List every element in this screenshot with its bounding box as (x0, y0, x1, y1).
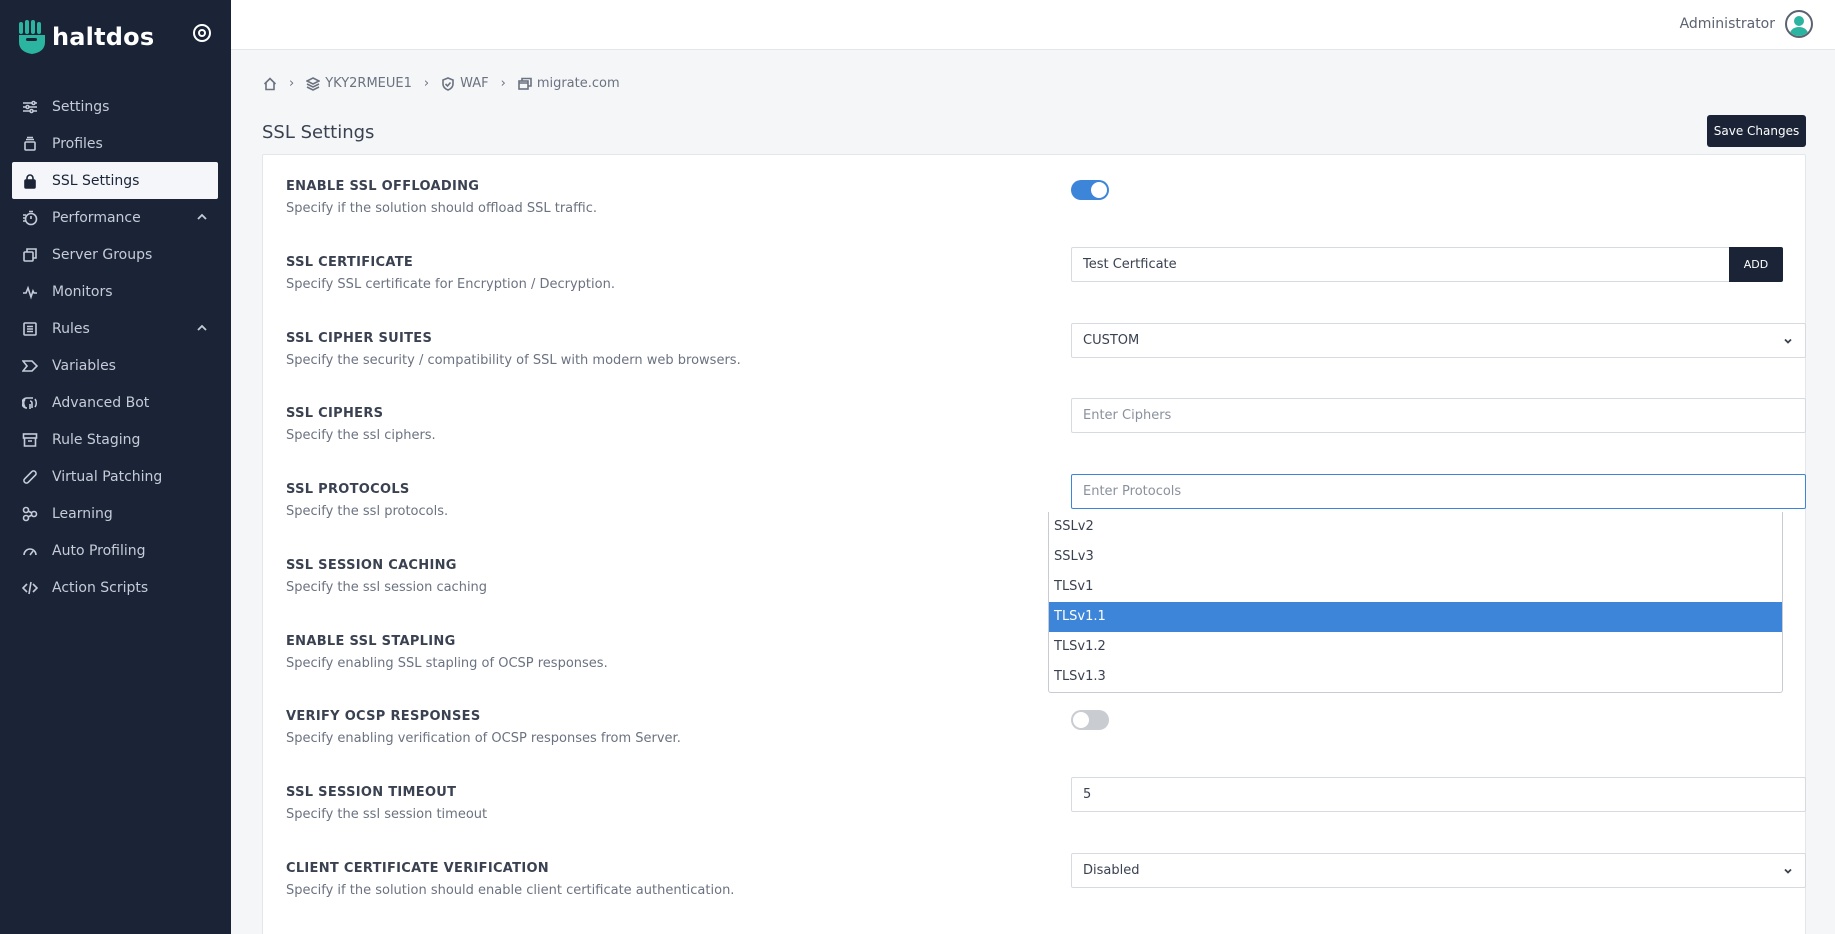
setting-cipher-suites: SSL CIPHER SUITES Specify the security /… (286, 323, 1806, 368)
sidebar-item-ssl-settings[interactable]: SSL Settings (12, 162, 218, 199)
code-icon (22, 580, 38, 596)
lock-icon (22, 173, 38, 189)
breadcrumb-separator: › (289, 76, 295, 91)
haltdos-logo-icon (18, 20, 46, 54)
sidebar-item-label: Virtual Patching (52, 468, 163, 485)
sidebar-item-label: Performance (52, 209, 141, 226)
protocol-option-tlsv1-3[interactable]: TLSv1.3 (1049, 662, 1782, 692)
toggle-knob (1073, 712, 1089, 728)
sidebar-item-label: Server Groups (52, 246, 153, 263)
breadcrumb-waf[interactable]: WAF (441, 76, 489, 91)
breadcrumb-home[interactable] (263, 76, 277, 91)
stack-icon (22, 136, 38, 152)
sidebar-item-rule-staging[interactable]: Rule Staging (12, 421, 218, 458)
home-icon (263, 76, 277, 90)
sidebar-item-variables[interactable]: Variables (12, 347, 218, 384)
breadcrumb-separator: › (500, 76, 506, 91)
bandage-icon (22, 469, 38, 485)
setting-description: Specify enabling verification of OCSP re… (286, 731, 681, 746)
setting-verify-ocsp: VERIFY OCSP RESPONSES Specify enabling v… (286, 709, 1776, 746)
setting-ssl-offloading: ENABLE SSL OFFLOADING Specify if the sol… (286, 179, 1776, 216)
sidebar-item-label: Profiles (52, 135, 103, 152)
sidebar-item-auto-profiling[interactable]: Auto Profiling (12, 532, 218, 569)
sidebar-item-virtual-patching[interactable]: Virtual Patching (12, 458, 218, 495)
cipher-suites-select[interactable]: CUSTOM (1071, 323, 1806, 358)
avatar[interactable] (1785, 10, 1813, 38)
setting-ssl-certificate: SSL CERTIFICATE Specify SSL certificate … (286, 247, 1783, 292)
ciphers-input[interactable]: Enter Ciphers (1071, 398, 1806, 433)
sidebar-item-server-groups[interactable]: Server Groups (12, 236, 218, 273)
sidebar-collapse-icon[interactable] (193, 24, 211, 42)
windows-icon (518, 77, 532, 90)
sidebar-item-advanced-bot[interactable]: Advanced Bot (12, 384, 218, 421)
sidebar-nav: Settings Profiles SSL Settings Performan… (12, 88, 218, 606)
protocol-option-tlsv1[interactable]: TLSv1 (1049, 572, 1782, 602)
fingerprint-icon (22, 395, 38, 411)
client-cert-select[interactable]: Disabled (1071, 853, 1806, 888)
sidebar-item-label: Action Scripts (52, 579, 149, 596)
sliders-icon (22, 99, 38, 115)
protocol-option-sslv2[interactable]: SSLv2 (1049, 512, 1782, 542)
sidebar-item-label: Monitors (52, 283, 113, 300)
shield-icon (442, 76, 454, 91)
toggle-knob (1091, 182, 1107, 198)
breadcrumb-zone[interactable]: YKY2RMEUE1 (306, 76, 412, 91)
breadcrumb: › YKY2RMEUE1 › WAF › migrate.com (263, 76, 620, 91)
sidebar-item-action-scripts[interactable]: Action Scripts (12, 569, 218, 606)
setting-ciphers: SSL CIPHERS Specify the ssl ciphers. Ent… (286, 398, 1806, 443)
pulse-icon (22, 284, 38, 300)
sidebar-item-label: SSL Settings (52, 172, 140, 189)
brand-name: haltdos (52, 23, 155, 51)
stopwatch-icon (22, 210, 38, 226)
setting-client-cert: CLIENT CERTIFICATE VERIFICATION Specify … (286, 853, 1806, 898)
sidebar-item-performance[interactable]: Performance (12, 199, 218, 236)
page-title: SSL Settings (262, 122, 375, 143)
protocol-option-sslv3[interactable]: SSLv3 (1049, 542, 1782, 572)
breadcrumb-app[interactable]: migrate.com (518, 76, 620, 91)
chevron-up-icon[interactable] (196, 322, 208, 334)
sidebar: haltdos Settings Profiles SSL Settings P… (0, 0, 231, 934)
chevron-up-icon[interactable] (196, 211, 208, 223)
sidebar-item-learning[interactable]: Learning (12, 495, 218, 532)
sidebar-item-rules[interactable]: Rules (12, 310, 218, 347)
sidebar-item-label: Auto Profiling (52, 542, 146, 559)
sidebar-item-label: Rule Staging (52, 431, 141, 448)
tag-icon (22, 358, 38, 374)
user-menu[interactable]: Administrator (1680, 10, 1813, 38)
sidebar-item-profiles[interactable]: Profiles (12, 125, 218, 162)
sidebar-item-label: Variables (52, 357, 116, 374)
brand-logo[interactable]: haltdos (18, 18, 154, 56)
save-changes-button[interactable]: Save Changes (1707, 115, 1806, 147)
protocols-input[interactable]: Enter Protocols (1071, 474, 1806, 509)
archive-icon (22, 432, 38, 448)
breadcrumb-separator: › (423, 76, 430, 91)
layers-icon (306, 76, 321, 91)
chevron-down-icon (1783, 335, 1793, 345)
top-bar: Administrator (231, 0, 1835, 50)
setting-session-timeout: SSL SESSION TIMEOUT Specify the ssl sess… (286, 777, 1806, 822)
copy-icon (22, 247, 38, 263)
sidebar-item-label: Advanced Bot (52, 394, 150, 411)
sidebar-item-label: Learning (52, 505, 113, 522)
chevron-down-icon (1783, 865, 1793, 875)
protocol-option-tlsv1-2[interactable]: TLSv1.2 (1049, 632, 1782, 662)
sidebar-item-settings[interactable]: Settings (12, 88, 218, 125)
user-name: Administrator (1679, 16, 1775, 32)
ssl-certificate-select[interactable]: Test Certficate (1071, 247, 1753, 282)
list-icon (22, 321, 38, 337)
nodes-icon (22, 506, 38, 522)
session-timeout-input[interactable]: 5 (1071, 777, 1806, 812)
verify-ocsp-toggle[interactable] (1071, 710, 1109, 730)
protocols-dropdown: SSLv2 SSLv3 TLSv1 TLSv1.1 TLSv1.2 TLSv1.… (1048, 512, 1783, 693)
setting-description: Specify if the solution should offload S… (286, 201, 597, 216)
sidebar-item-label: Rules (52, 320, 90, 337)
ssl-offloading-toggle[interactable] (1071, 180, 1109, 200)
protocol-option-tlsv1-1[interactable]: TLSv1.1 (1049, 602, 1782, 632)
sidebar-item-label: Settings (52, 98, 110, 115)
sidebar-item-monitors[interactable]: Monitors (12, 273, 218, 310)
add-certificate-button[interactable]: ADD (1729, 247, 1783, 282)
gauge-icon (22, 543, 38, 559)
